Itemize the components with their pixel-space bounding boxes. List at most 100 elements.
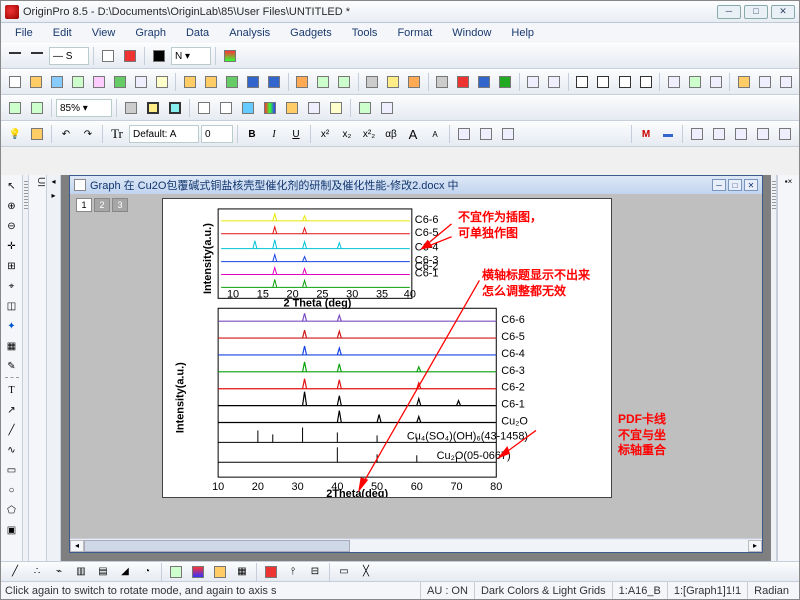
polygon-tool-icon[interactable]: ⬠ — [3, 501, 21, 519]
supsub-button[interactable]: x²₂ — [359, 124, 379, 144]
child-min-button[interactable]: ─ — [712, 179, 726, 191]
font-family-select[interactable]: Default: A — [129, 125, 199, 143]
box-plot-button[interactable]: ⊟ — [305, 562, 325, 582]
slide-button[interactable] — [545, 72, 564, 92]
text-tool-icon[interactable]: Tr — [107, 124, 127, 144]
menu-edit[interactable]: Edit — [43, 25, 82, 41]
layer-tab-3[interactable]: 3 — [112, 198, 128, 212]
bar-plot-button[interactable]: ▤ — [93, 562, 113, 582]
extra3-button[interactable] — [731, 124, 751, 144]
horizontal-scrollbar[interactable]: ◂ ▸ — [70, 538, 762, 552]
chart-blue-button[interactable] — [475, 72, 494, 92]
font-increase-button[interactable]: A — [403, 124, 423, 144]
line-plot-button[interactable]: ╱ — [5, 562, 25, 582]
layout-3-button[interactable] — [615, 72, 634, 92]
export-button[interactable] — [405, 72, 424, 92]
bold-button[interactable]: B — [242, 124, 262, 144]
layout-2-button[interactable] — [594, 72, 613, 92]
new-layout-button[interactable] — [131, 72, 150, 92]
add-timestamp-button[interactable] — [282, 98, 302, 118]
fill-red-button[interactable] — [120, 46, 140, 66]
stock-plot-button[interactable] — [261, 562, 281, 582]
add-xy-button[interactable] — [238, 98, 258, 118]
add-layer-button[interactable] — [706, 72, 725, 92]
legend-button[interactable] — [194, 98, 214, 118]
project-explorer-header[interactable]: UI — [29, 175, 47, 561]
chart-green-button[interactable] — [496, 72, 515, 92]
marker-button[interactable] — [149, 46, 169, 66]
new-graph-button[interactable] — [68, 72, 87, 92]
layer-tab-2[interactable]: 2 — [94, 198, 110, 212]
line-style-button[interactable] — [5, 46, 25, 66]
new-folder-button[interactable] — [26, 72, 45, 92]
region-tool-icon[interactable]: ✦ — [3, 317, 21, 335]
extra1-button[interactable] — [687, 124, 707, 144]
save-button[interactable] — [243, 72, 262, 92]
extra4-button[interactable] — [753, 124, 773, 144]
zoom-out-tool-icon[interactable]: ⊖ — [3, 217, 21, 235]
3d-xyz-button[interactable] — [166, 562, 186, 582]
new-notes-button[interactable] — [152, 72, 171, 92]
save-template-button[interactable] — [265, 72, 284, 92]
print-button[interactable] — [433, 72, 452, 92]
menu-gadgets[interactable]: Gadgets — [280, 25, 342, 41]
new-note-button[interactable] — [326, 98, 346, 118]
right-panel-grip[interactable] — [771, 175, 777, 561]
zoom-all-button[interactable] — [664, 72, 683, 92]
scatter-plot-button[interactable]: ∴ — [27, 562, 47, 582]
wizard-button[interactable] — [776, 72, 795, 92]
dash-style-button[interactable] — [27, 46, 47, 66]
circle-tool-icon[interactable]: ○ — [3, 481, 21, 499]
redo-icon[interactable]: ↷ — [78, 124, 98, 144]
hi-lo-button[interactable]: ⫯ — [283, 562, 303, 582]
maximize-button[interactable]: □ — [744, 5, 768, 19]
font-decrease-button[interactable]: A — [425, 124, 445, 144]
line-symbol-button[interactable]: ⌁ — [49, 562, 69, 582]
reader-tool-icon[interactable]: ✛ — [3, 237, 21, 255]
curve-tool-icon[interactable]: ∿ — [3, 441, 21, 459]
collapsed-panel[interactable]: ◂ ▸ — [47, 175, 61, 561]
code-button[interactable] — [755, 72, 774, 92]
line-weight-select[interactable]: — S — [49, 47, 89, 65]
refresh-button[interactable] — [685, 72, 704, 92]
italic-button[interactable]: I — [264, 124, 284, 144]
layer-mgmt-button[interactable] — [377, 98, 397, 118]
region-roi-tool-icon[interactable]: ▣ — [3, 521, 21, 539]
zoom-layer-button[interactable] — [27, 98, 47, 118]
open-template-button[interactable] — [201, 72, 220, 92]
greek-button[interactable]: αβ — [381, 124, 401, 144]
mask-button[interactable]: M — [636, 124, 656, 144]
chart-red-button[interactable] — [454, 72, 473, 92]
graph-window-titlebar[interactable]: Graph 在 Cu2O包覆碱式铜盐核壳型催化剂的研制及催化性能-修改2.doc… — [70, 176, 762, 194]
rescale-button[interactable] — [5, 98, 25, 118]
pointer-tool-icon[interactable]: ↖ — [3, 177, 21, 195]
data-selector-tool-icon[interactable]: ◫ — [3, 297, 21, 315]
add-color-button[interactable] — [260, 98, 280, 118]
color-select[interactable]: N ▾ — [171, 47, 211, 65]
menu-format[interactable]: Format — [387, 25, 442, 41]
project-explorer-grip[interactable] — [23, 175, 29, 561]
menu-data[interactable]: Data — [176, 25, 219, 41]
graph-page[interactable]: 1 2 3 Intensity(a.u.) 1020304050607080 — [70, 194, 762, 552]
lock-icon[interactable] — [27, 124, 47, 144]
close-button[interactable]: ✕ — [771, 5, 795, 19]
contour-button[interactable] — [210, 562, 230, 582]
new-excel-button[interactable] — [110, 72, 129, 92]
area-plot-button[interactable]: ◢ — [115, 562, 135, 582]
scroll-right-icon[interactable]: ▸ — [748, 540, 762, 552]
3d-surface-button[interactable] — [188, 562, 208, 582]
menu-view[interactable]: View — [82, 25, 126, 41]
palette-button[interactable] — [220, 46, 240, 66]
zoom-in-tool-icon[interactable]: ⊕ — [3, 197, 21, 215]
lightbulb-icon[interactable]: 💡 — [5, 124, 25, 144]
open-button[interactable] — [180, 72, 199, 92]
menu-tools[interactable]: Tools — [342, 25, 388, 41]
superscript-button[interactable]: x² — [315, 124, 335, 144]
layer-tab-1[interactable]: 1 — [76, 198, 92, 212]
font-size-select[interactable]: 0 — [201, 125, 233, 143]
new-project-button[interactable] — [5, 72, 24, 92]
screen-reader-tool-icon[interactable]: ⊞ — [3, 257, 21, 275]
extract-button[interactable] — [498, 124, 518, 144]
menu-file[interactable]: File — [5, 25, 43, 41]
legend-update-button[interactable] — [216, 98, 236, 118]
